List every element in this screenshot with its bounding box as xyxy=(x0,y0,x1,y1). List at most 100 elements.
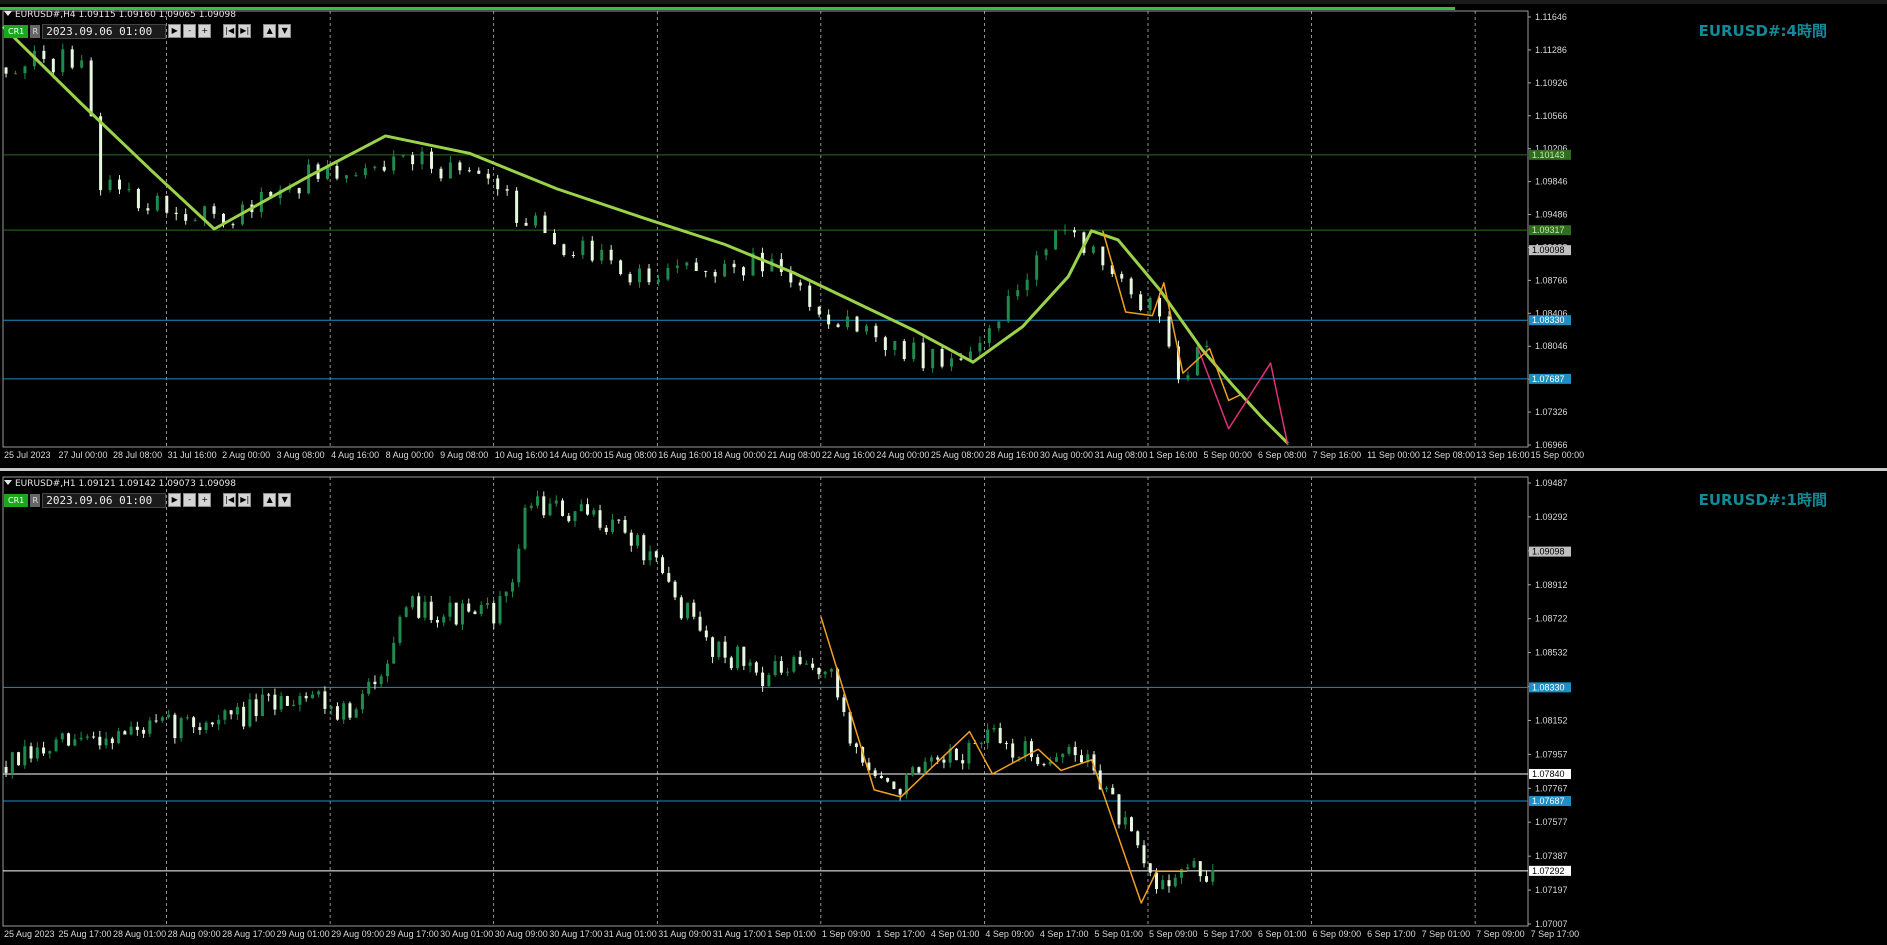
play-button[interactable]: ▶ xyxy=(168,493,182,507)
jump-start-button[interactable]: |◀ xyxy=(223,24,237,38)
candle-body xyxy=(611,519,615,532)
scroll-up-button[interactable]: ▲ xyxy=(263,24,277,38)
candle-body xyxy=(198,727,202,731)
candle-body xyxy=(160,717,164,721)
collapse-triangle-icon[interactable] xyxy=(4,480,12,485)
time-tick-label: 30 Aug 00:00 xyxy=(1040,450,1093,460)
candle-body xyxy=(931,348,935,369)
candle-body xyxy=(486,173,490,179)
candle-body xyxy=(1148,297,1152,310)
candle-body xyxy=(998,727,1002,744)
h4-chart-svg[interactable]: 25 Jul 2023 27 Jul 00:00 28 Jul 08:00 31 Ju… xyxy=(0,0,1887,468)
candle-body xyxy=(329,706,333,709)
candle-body xyxy=(1198,861,1202,877)
candle-body xyxy=(204,722,208,731)
candle-body xyxy=(954,748,958,761)
jump-end-button[interactable]: ▶| xyxy=(238,493,252,507)
candle-body xyxy=(823,671,827,675)
top-frame xyxy=(0,0,1887,4)
candle-body xyxy=(110,738,114,744)
candle-body xyxy=(629,532,633,546)
jump-start-button[interactable]: |◀ xyxy=(223,493,237,507)
h4-chart-panel[interactable]: 25 Jul 2023 27 Jul 00:00 28 Jul 08:00 31 Ju… xyxy=(0,0,1887,470)
candle-body xyxy=(1044,249,1048,256)
candle-body xyxy=(80,60,84,68)
candle-body xyxy=(479,604,483,615)
candle-body xyxy=(760,252,764,272)
time-tick-label: 7 Sep 17:00 xyxy=(1531,929,1580,939)
time-tick-label: 16 Aug 16:00 xyxy=(658,450,711,460)
moving-average-line xyxy=(1,25,1289,445)
candle-body xyxy=(458,162,462,171)
candle-body xyxy=(67,733,71,746)
candle-body xyxy=(704,270,708,273)
time-tick-label: 1 Sep 09:00 xyxy=(822,929,871,939)
candle-body xyxy=(1054,757,1058,762)
candle-body xyxy=(1139,294,1143,310)
minus-button[interactable]: - xyxy=(183,24,197,38)
time-tick-label: 2 Aug 00:00 xyxy=(222,450,270,460)
time-tick-label: 15 Sep 00:00 xyxy=(1531,450,1585,460)
candle-body xyxy=(51,58,55,73)
time-tick-label: 5 Sep 01:00 xyxy=(1094,929,1143,939)
price-label-text: 1.10143 xyxy=(1532,150,1565,160)
candle-body xyxy=(827,314,831,325)
candle-body xyxy=(1091,246,1095,253)
candle-body xyxy=(485,603,489,605)
candle-body xyxy=(360,693,364,710)
price-tick-label: 1.10566 xyxy=(1535,111,1568,121)
scroll-down-button[interactable]: ▼ xyxy=(278,24,292,38)
candle-body xyxy=(439,168,443,179)
candle-body xyxy=(1120,274,1124,279)
time-tick-label: 30 Aug 17:00 xyxy=(549,929,602,939)
price-tick-label: 1.11286 xyxy=(1535,45,1567,55)
candle-body xyxy=(511,582,515,592)
zigzag-orange-line xyxy=(1102,230,1241,402)
jump-end-button[interactable]: ▶| xyxy=(238,24,252,38)
h1-chart-svg[interactable]: 25 Aug 2023 25 Aug 17:00 28 Aug 01:00 28 Au… xyxy=(0,471,1887,945)
candle-body xyxy=(1042,764,1046,766)
h4-header-text: EURUSD#,H4 1.09115 1.09160 1.09065 1.090… xyxy=(15,10,236,20)
h4-chart-title: EURUSD#:4時間 xyxy=(1698,22,1827,40)
candle-body xyxy=(193,220,197,222)
date-field[interactable]: 2023.09.06 01:00 xyxy=(42,23,167,39)
candle-body xyxy=(855,316,859,332)
scroll-up-button[interactable]: ▲ xyxy=(263,493,277,507)
candle-body xyxy=(808,285,812,307)
r-button[interactable]: R xyxy=(30,24,41,38)
candle-body xyxy=(654,551,658,558)
candle-body xyxy=(694,262,698,271)
candle-body xyxy=(623,519,627,533)
candle-body xyxy=(742,646,746,666)
candle-body xyxy=(129,726,133,735)
candle-body xyxy=(811,663,815,668)
time-tick-label: 3 Aug 08:00 xyxy=(277,450,325,460)
price-tick-label: 1.07197 xyxy=(1535,885,1568,895)
candle-body xyxy=(879,776,883,779)
collapse-triangle-icon[interactable] xyxy=(4,11,12,16)
cr-button[interactable]: CR1 xyxy=(4,24,29,38)
scroll-down-button[interactable]: ▼ xyxy=(278,493,292,507)
candle-body xyxy=(986,729,990,743)
candle-body xyxy=(704,630,708,638)
plus-button[interactable]: + xyxy=(198,493,212,507)
time-tick-label: 28 Aug 09:00 xyxy=(168,929,221,939)
candle-body xyxy=(496,178,500,190)
candle-body xyxy=(561,500,565,516)
candle-body xyxy=(167,714,171,718)
price-tick-label: 1.09487 xyxy=(1535,478,1568,488)
play-button[interactable]: ▶ xyxy=(168,24,182,38)
r-button[interactable]: R xyxy=(30,493,41,507)
plus-button[interactable]: + xyxy=(198,24,212,38)
candle-body xyxy=(344,175,348,179)
date-field[interactable]: 2023.09.06 01:00 xyxy=(42,492,167,508)
cr-button[interactable]: CR1 xyxy=(4,493,29,507)
candle-body xyxy=(542,496,546,516)
candle-body xyxy=(23,66,27,74)
h4-toolbar: CR1 R 2023.09.06 01:00 ▶ - + |◀ ▶| ▲ ▼ xyxy=(4,23,292,39)
candle-body xyxy=(874,325,878,338)
h1-chart-panel[interactable]: 25 Aug 2023 25 Aug 17:00 28 Aug 01:00 28 Au… xyxy=(0,471,1887,945)
minus-button[interactable]: - xyxy=(183,493,197,507)
time-tick-label: 30 Aug 01:00 xyxy=(440,929,493,939)
candle-body xyxy=(354,175,358,177)
